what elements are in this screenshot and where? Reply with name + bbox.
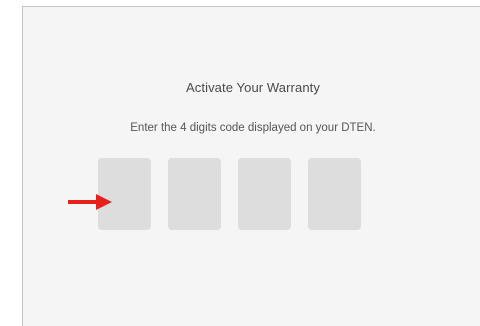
page-title: Activate Your Warranty [186, 80, 320, 95]
instruction-text: Enter the 4 digits code displayed on you… [130, 122, 376, 134]
code-digit-4-input[interactable] [308, 158, 361, 230]
code-digit-3-input[interactable] [238, 158, 291, 230]
code-input-group [98, 158, 361, 230]
code-digit-2-input[interactable] [168, 158, 221, 230]
arrow-right-icon [68, 194, 112, 210]
